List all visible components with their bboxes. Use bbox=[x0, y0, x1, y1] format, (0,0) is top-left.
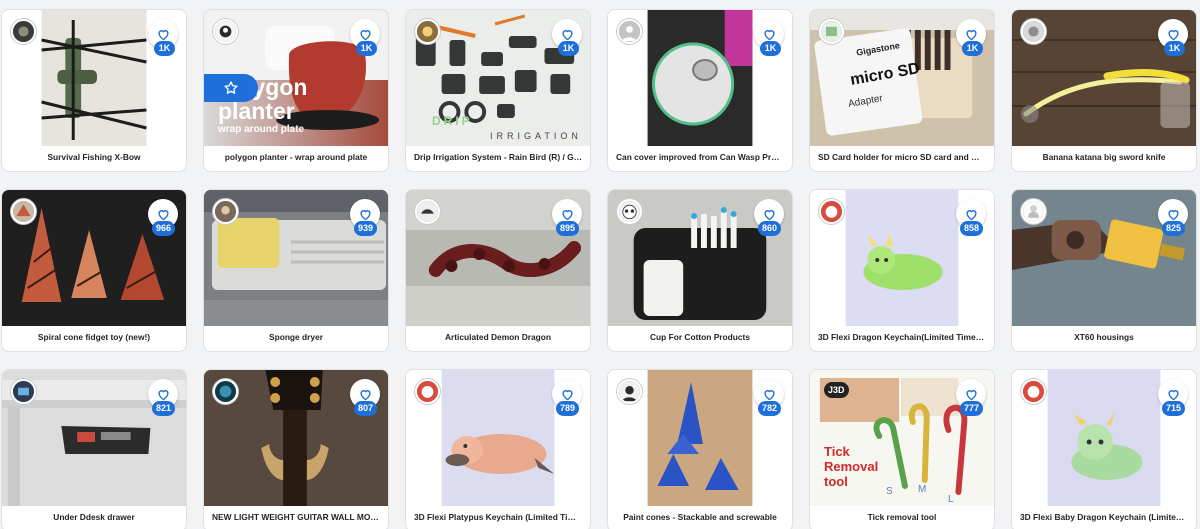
heart-icon bbox=[763, 29, 775, 40]
model-title[interactable]: 3D Flexi Baby Dragon Keychain (Limited T… bbox=[1020, 504, 1188, 529]
heart-icon bbox=[1167, 29, 1179, 40]
model-title[interactable]: Banana katana big sword knife bbox=[1020, 144, 1188, 171]
model-title[interactable]: SD Card holder for micro SD card and mic… bbox=[818, 144, 986, 171]
like-count: 939 bbox=[353, 221, 377, 236]
model-title[interactable]: XT60 housings bbox=[1020, 324, 1188, 351]
creator-avatar[interactable] bbox=[819, 199, 844, 224]
model-title[interactable]: Drip Irrigation System - Rain Bird (R) /… bbox=[414, 144, 582, 171]
like-count: 1K bbox=[1164, 41, 1185, 56]
model-card[interactable]: Gigastone micro SD Adapter 1K SD Card ho… bbox=[809, 9, 995, 172]
creator-avatar[interactable] bbox=[213, 379, 238, 404]
heart-icon bbox=[157, 389, 169, 400]
creator-avatar[interactable] bbox=[415, 199, 440, 224]
creator-avatar[interactable] bbox=[1021, 199, 1046, 224]
like-count: 1K bbox=[356, 41, 377, 56]
model-title[interactable]: Cup For Cotton Products bbox=[616, 324, 784, 351]
creator-avatar[interactable] bbox=[213, 19, 238, 44]
like-count: 789 bbox=[555, 401, 579, 416]
heart-icon bbox=[965, 389, 977, 400]
model-title[interactable]: 3D Flexi Dragon Keychain(Limited Time Fr… bbox=[818, 324, 986, 351]
model-card[interactable]: 939 Sponge dryer bbox=[203, 189, 389, 352]
model-card[interactable]: 821 Under Ddesk drawer bbox=[1, 369, 187, 529]
model-title[interactable]: polygon planter - wrap around plate bbox=[212, 144, 380, 171]
like-count: 807 bbox=[353, 401, 377, 416]
heart-icon bbox=[359, 29, 371, 40]
creator-avatar[interactable] bbox=[11, 19, 36, 44]
like-count: 777 bbox=[959, 401, 983, 416]
heart-icon bbox=[157, 209, 169, 220]
heart-icon bbox=[1167, 389, 1179, 400]
like-count: 1K bbox=[760, 41, 781, 56]
like-count: 895 bbox=[555, 221, 579, 236]
model-title[interactable]: Spiral cone fidget toy (new!) bbox=[10, 324, 178, 351]
model-title[interactable]: Paint cones - Stackable and screwable bbox=[616, 504, 784, 529]
model-title[interactable]: 3D Flexi Platypus Keychain (Limited Time… bbox=[414, 504, 582, 529]
heart-icon bbox=[561, 29, 573, 40]
creator-avatar[interactable] bbox=[11, 379, 36, 404]
creator-avatar[interactable] bbox=[617, 379, 642, 404]
like-count: 715 bbox=[1161, 401, 1185, 416]
model-card[interactable]: 1K Banana katana big sword knife bbox=[1011, 9, 1197, 172]
model-title[interactable]: Can cover improved from Can Wasp Protect… bbox=[616, 144, 784, 171]
creator-avatar[interactable] bbox=[819, 19, 844, 44]
model-card[interactable]: 782 Paint cones - Stackable and screwabl… bbox=[607, 369, 793, 529]
model-card[interactable]: 966 Spiral cone fidget toy (new!) bbox=[1, 189, 187, 352]
heart-icon bbox=[965, 29, 977, 40]
model-card[interactable]: 807 NEW LIGHT WEIGHT GUITAR WALL MOUNT H… bbox=[203, 369, 389, 529]
like-count: 860 bbox=[757, 221, 781, 236]
model-card[interactable]: DRIP IRRIGATION 1K Drip Irrigation Syste… bbox=[405, 9, 591, 172]
model-title[interactable]: Survival Fishing X-Bow bbox=[10, 144, 178, 171]
star-icon bbox=[224, 81, 238, 94]
model-card[interactable]: 1K Can cover improved from Can Wasp Prot… bbox=[607, 9, 793, 172]
creator-avatar[interactable] bbox=[11, 199, 36, 224]
creator-avatar[interactable] bbox=[617, 199, 642, 224]
creator-avatar[interactable] bbox=[1021, 379, 1046, 404]
heart-icon bbox=[763, 389, 775, 400]
heart-icon bbox=[561, 389, 573, 400]
heart-icon bbox=[359, 389, 371, 400]
model-card[interactable]: 860 Cup For Cotton Products bbox=[607, 189, 793, 352]
model-title[interactable]: Sponge dryer bbox=[212, 324, 380, 351]
heart-icon bbox=[763, 209, 775, 220]
model-title[interactable]: NEW LIGHT WEIGHT GUITAR WALL MOUNT HANGE… bbox=[212, 504, 380, 529]
creator-avatar[interactable] bbox=[415, 19, 440, 44]
creator-avatar[interactable] bbox=[213, 199, 238, 224]
like-count: 966 bbox=[151, 221, 175, 236]
heart-icon bbox=[561, 209, 573, 220]
model-title[interactable]: Tick removal tool bbox=[818, 504, 986, 529]
model-card[interactable]: 715 3D Flexi Baby Dragon Keychain (Limit… bbox=[1011, 369, 1197, 529]
model-title[interactable]: Under Ddesk drawer bbox=[10, 504, 178, 529]
model-card[interactable]: 789 3D Flexi Platypus Keychain (Limited … bbox=[405, 369, 591, 529]
heart-icon bbox=[157, 29, 169, 40]
creator-avatar[interactable] bbox=[617, 19, 642, 44]
like-count: 1K bbox=[558, 41, 579, 56]
like-count: 1K bbox=[962, 41, 983, 56]
model-card[interactable]: 858 3D Flexi Dragon Keychain(Limited Tim… bbox=[809, 189, 995, 352]
like-count: 858 bbox=[959, 221, 983, 236]
model-card[interactable]: J3D Tick Removal tool S M L 777 Tick rem… bbox=[809, 369, 995, 529]
heart-icon bbox=[1167, 209, 1179, 220]
model-title[interactable]: Articulated Demon Dragon bbox=[414, 324, 582, 351]
model-card[interactable]: 895 Articulated Demon Dragon bbox=[405, 189, 591, 352]
heart-icon bbox=[359, 209, 371, 220]
like-count: 825 bbox=[1161, 221, 1185, 236]
featured-badge bbox=[204, 74, 258, 102]
model-card[interactable]: 825 XT60 housings bbox=[1011, 189, 1197, 352]
model-card[interactable]: polygon planter wrap around plate 1K pol… bbox=[203, 9, 389, 172]
like-count: 1K bbox=[154, 41, 175, 56]
creator-avatar[interactable] bbox=[1021, 19, 1046, 44]
like-count: 821 bbox=[151, 401, 175, 416]
like-count: 782 bbox=[757, 401, 781, 416]
model-grid: 1K Survival Fishing X-Bow polygon plante… bbox=[0, 0, 1200, 529]
model-card[interactable]: 1K Survival Fishing X-Bow bbox=[1, 9, 187, 172]
creator-avatar[interactable] bbox=[415, 379, 440, 404]
heart-icon bbox=[965, 209, 977, 220]
